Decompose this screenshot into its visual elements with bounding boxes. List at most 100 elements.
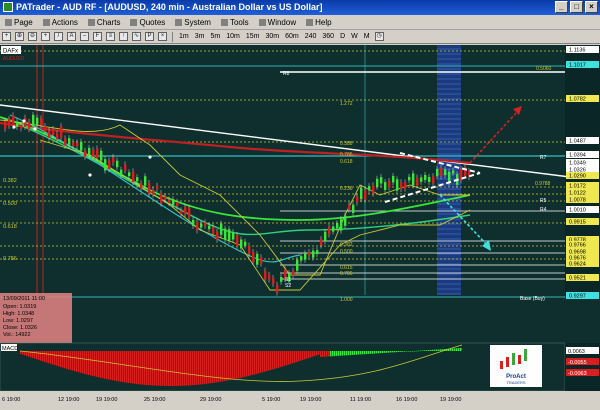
arrow-tool-icon[interactable]: ↑ [119,32,128,41]
macd-bar [406,351,408,352]
macd-bar [284,351,286,366]
candle-body [216,231,219,240]
candle-body [120,169,123,176]
delete-icon[interactable]: × [158,32,167,41]
text-tool-icon[interactable]: A [67,32,76,41]
macd-bar [136,351,138,384]
menu-quotes[interactable]: Quotes [125,18,170,27]
candle-body [160,193,163,204]
candle-body [220,223,223,235]
crosshair-icon[interactable]: + [41,32,50,41]
macd-bar [192,351,194,386]
macd-bar [162,351,164,386]
menu-tools[interactable]: Tools [216,18,254,27]
timeframe-5m[interactable]: 5m [207,33,223,40]
new-chart-icon[interactable]: + [2,32,11,41]
line-tool-icon[interactable]: / [54,32,63,41]
indicator-icon[interactable]: ∿ [132,32,141,41]
macd-bar [174,351,176,386]
price-chart[interactable]: 1.1136 1.1017 1.0782 1.0487 1.0394 1.0349 1.03… [0,45,600,405]
timeframe-3m[interactable]: 3m [192,33,208,40]
candle-body [152,190,155,195]
clock-icon[interactable]: ◷ [374,32,384,41]
macd-bar [306,351,308,359]
menu-window[interactable]: Window [254,18,301,27]
print-icon[interactable]: P [145,32,154,41]
macd-bar [198,351,200,385]
macd-bar [190,351,192,386]
macd-bar [452,348,454,351]
price-axis-label: 1.1017 [569,63,586,69]
price-axis-label: 0.9915 [569,220,586,226]
macd-bar [96,351,98,377]
macd-bar [360,351,362,355]
macd-bar [346,351,348,356]
menu-help[interactable]: Help [301,18,336,27]
maximize-button[interactable]: □ [570,1,583,13]
macd-bar [152,351,154,386]
macd-bar [238,351,240,379]
menu-charts[interactable]: Charts [83,18,126,27]
hline-tool-icon[interactable]: – [80,32,89,41]
minimize-button[interactable]: _ [555,1,568,13]
macd-bar [244,351,246,377]
macd-bar [268,351,270,371]
macd-bar [386,351,388,353]
timeframe-w[interactable]: W [348,33,361,40]
timeframe-60m[interactable]: 60m [282,33,302,40]
menu-page[interactable]: Page [0,18,38,27]
macd-bar [252,351,254,375]
logo-candle-4 [518,355,521,364]
macd-bar [458,348,460,351]
candle-body [208,225,211,230]
macd-bar [256,351,258,374]
candle-body [128,172,131,177]
macd-bar [310,351,312,358]
timeframe-d[interactable]: D [337,33,348,40]
timeframe-15m[interactable]: 15m [243,33,263,40]
macd-bar [328,351,330,357]
zoom-in-icon[interactable]: ⊕ [15,32,24,41]
timeframe-10m[interactable]: 10m [223,33,243,40]
timeframe-m[interactable]: M [361,33,373,40]
fib-level-label: 0.9788 [535,181,551,187]
macd-bar [454,348,456,351]
macd-bar [214,351,216,383]
macd-bar [374,351,376,354]
close-button[interactable]: × [585,1,598,13]
macd-bar [264,351,266,372]
proact-logo: ProAct TRADERS [490,345,542,387]
candle-body [360,187,363,200]
macd-bar [180,351,182,386]
candle-body [240,239,243,249]
candle-body [188,207,191,218]
time-axis-label: 11 19:00 [350,397,371,403]
macd-bar [186,351,188,386]
macd-bar [250,351,252,376]
candle-body [92,149,95,157]
menu-system[interactable]: System [170,18,216,27]
candle-body [260,257,263,264]
timeframe-30m[interactable]: 30m [262,33,282,40]
macd-bar [338,351,340,356]
zoom-out-icon[interactable]: ⊖ [28,32,37,41]
channel-tool-icon[interactable]: ≡ [106,32,115,41]
macd-bar [434,349,436,351]
candle-body [124,164,127,171]
macd-bar [76,351,78,372]
macd-bar [70,351,72,370]
time-axis-label: 12 19:00 [58,397,79,403]
macd-bar [364,351,366,355]
macd-bar [68,351,70,370]
macd-bar [82,351,84,374]
macd-bar [354,351,356,355]
timeframe-240[interactable]: 240 [302,33,320,40]
fib-tool-icon[interactable]: F [93,32,102,41]
menu-actions[interactable]: Actions [38,18,83,27]
macd-bar [128,351,130,383]
candle-body [320,238,323,246]
candle-body [164,196,167,200]
timeframe-1m[interactable]: 1m [176,33,192,40]
timeframe-360[interactable]: 360 [319,33,337,40]
macd-bar [236,351,238,379]
